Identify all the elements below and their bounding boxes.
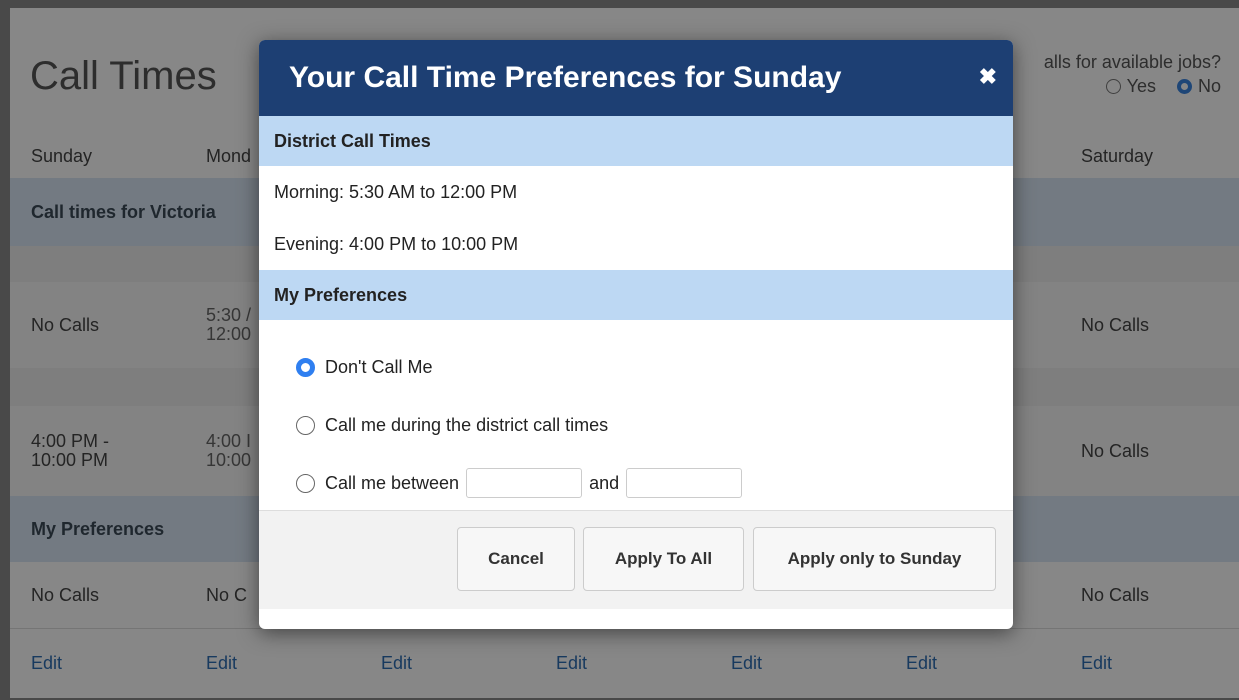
custom-times-radio[interactable] bbox=[296, 473, 315, 493]
call-time-preferences-dialog: Your Call Time Preferences for Sunday ✖ … bbox=[259, 40, 1013, 629]
custom-times-label: Call me between bbox=[325, 472, 460, 493]
start-time-input[interactable] bbox=[466, 468, 583, 498]
apply-only-sunday-button[interactable]: Apply only to Sunday bbox=[753, 527, 996, 591]
dialog-title: Your Call Time Preferences for Sunday bbox=[289, 61, 842, 94]
my-preferences-heading: My Preferences bbox=[259, 270, 1013, 320]
dont-call-radio[interactable] bbox=[296, 357, 315, 377]
close-icon[interactable]: ✖ bbox=[979, 64, 997, 90]
dialog-header: Your Call Time Preferences for Sunday ✖ bbox=[259, 40, 1013, 116]
preference-options: Don't Call Me Call me during the distric… bbox=[259, 320, 1013, 511]
district-times-option[interactable]: Call me during the district call times bbox=[259, 396, 1013, 454]
district-times-label: Call me during the district call times bbox=[325, 414, 609, 435]
and-label: and bbox=[589, 472, 620, 493]
morning-call-time: Morning: 5:30 AM to 12:00 PM bbox=[274, 181, 518, 202]
dont-call-option[interactable]: Don't Call Me bbox=[259, 338, 1013, 396]
dialog-footer: Cancel Apply To All Apply only to Sunday bbox=[259, 511, 1013, 609]
apply-to-all-button[interactable]: Apply To All bbox=[583, 527, 744, 591]
evening-call-time: Evening: 4:00 PM to 10:00 PM bbox=[274, 233, 519, 254]
district-times-radio[interactable] bbox=[296, 415, 315, 435]
end-time-input[interactable] bbox=[626, 468, 743, 498]
cancel-button[interactable]: Cancel bbox=[457, 527, 575, 591]
custom-times-option[interactable]: Call me between and bbox=[259, 454, 1013, 512]
dont-call-label: Don't Call Me bbox=[325, 356, 433, 377]
district-call-times-heading: District Call Times bbox=[259, 116, 1013, 166]
